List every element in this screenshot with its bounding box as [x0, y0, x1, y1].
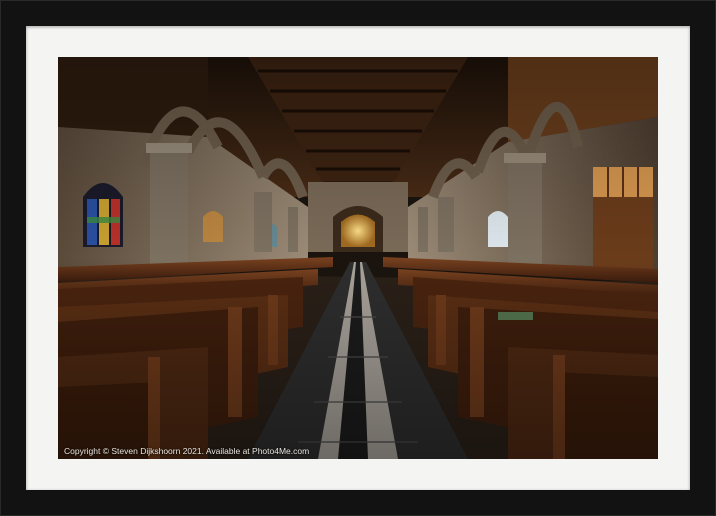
church-photo: Copyright © Steven Dijkshoorn 2021. Avai…	[58, 57, 658, 459]
picture-frame: Copyright © Steven Dijkshoorn 2021. Avai…	[0, 0, 716, 516]
church-interior-illustration	[58, 57, 658, 459]
copyright-credit: Copyright © Steven Dijkshoorn 2021. Avai…	[64, 446, 310, 456]
